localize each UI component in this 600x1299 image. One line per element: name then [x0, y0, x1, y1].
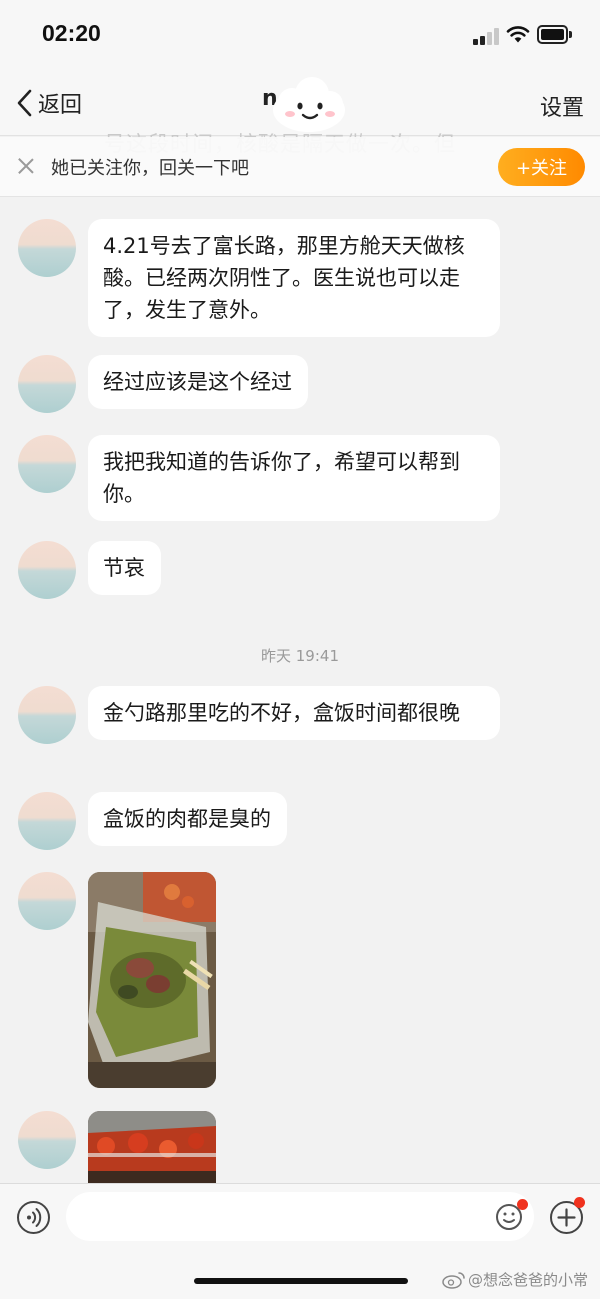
- message-bubble[interactable]: 节哀: [88, 541, 161, 595]
- boxed-meal-photo[interactable]: [88, 872, 216, 1088]
- message-bubble[interactable]: 金勺路那里吃的不好，盒饭时间都很晚: [88, 686, 500, 740]
- sender-avatar[interactable]: [18, 792, 76, 850]
- emoji-button[interactable]: [495, 1199, 528, 1231]
- home-indicator: [194, 1278, 408, 1284]
- settings-button[interactable]: 设置: [540, 90, 584, 122]
- wifi-icon: [506, 26, 530, 43]
- sender-avatar[interactable]: [18, 435, 76, 493]
- sender-avatar[interactable]: [18, 872, 76, 930]
- sender-avatar[interactable]: [18, 355, 76, 413]
- sender-avatar[interactable]: [18, 219, 76, 277]
- chat-message-list[interactable]: 4.21号去了富长路，那里方舱天天做核酸。已经两次阴性了。医生说也可以走了，发生…: [0, 198, 600, 1183]
- back-button[interactable]: 返回: [14, 86, 82, 120]
- notification-dot: [517, 1199, 528, 1210]
- message-bubble[interactable]: 4.21号去了富长路，那里方舱天天做核酸。已经两次阴性了。医生说也可以走了，发生…: [88, 219, 500, 337]
- battery-icon: [537, 25, 573, 44]
- sender-avatar[interactable]: [18, 1111, 76, 1169]
- message-bubble[interactable]: 盒饭的肉都是臭的: [88, 792, 287, 846]
- boxed-meal-photo[interactable]: [88, 1111, 216, 1183]
- voice-icon: [27, 1208, 42, 1227]
- watermark: @想念爸爸的小常: [442, 1269, 588, 1290]
- follow-back-banner: 她已关注你，回关一下吧 +关注: [0, 137, 600, 197]
- meal-photo-image: [88, 1111, 216, 1183]
- status-bar: 02:20: [0, 0, 600, 68]
- weibo-icon: [442, 1271, 465, 1289]
- watermark-text: @想念爸爸的小常: [468, 1271, 589, 1289]
- signal-icon: [473, 27, 501, 45]
- more-actions-button[interactable]: [550, 1197, 585, 1234]
- follow-banner-text: 她已关注你，回关一下吧: [51, 158, 249, 179]
- back-chevron-icon: [17, 89, 32, 117]
- voice-button[interactable]: [17, 1201, 50, 1234]
- sender-avatar[interactable]: [18, 686, 76, 744]
- notification-dot: [574, 1197, 585, 1208]
- message-bubble[interactable]: 经过应该是这个经过: [88, 355, 308, 409]
- status-time: 02:20: [42, 20, 101, 46]
- follow-button[interactable]: +关注: [498, 148, 585, 186]
- close-icon[interactable]: [16, 156, 36, 176]
- message-timestamp: 昨天 19:41: [261, 647, 339, 665]
- message-input[interactable]: [66, 1192, 534, 1241]
- message-bubble[interactable]: 我把我知道的告诉你了，希望可以帮到你。: [88, 435, 500, 521]
- back-label: 返回: [38, 93, 83, 118]
- sender-avatar[interactable]: [18, 541, 76, 599]
- meal-photo-image: [88, 872, 216, 1088]
- cloud-face-sticker: [273, 77, 345, 132]
